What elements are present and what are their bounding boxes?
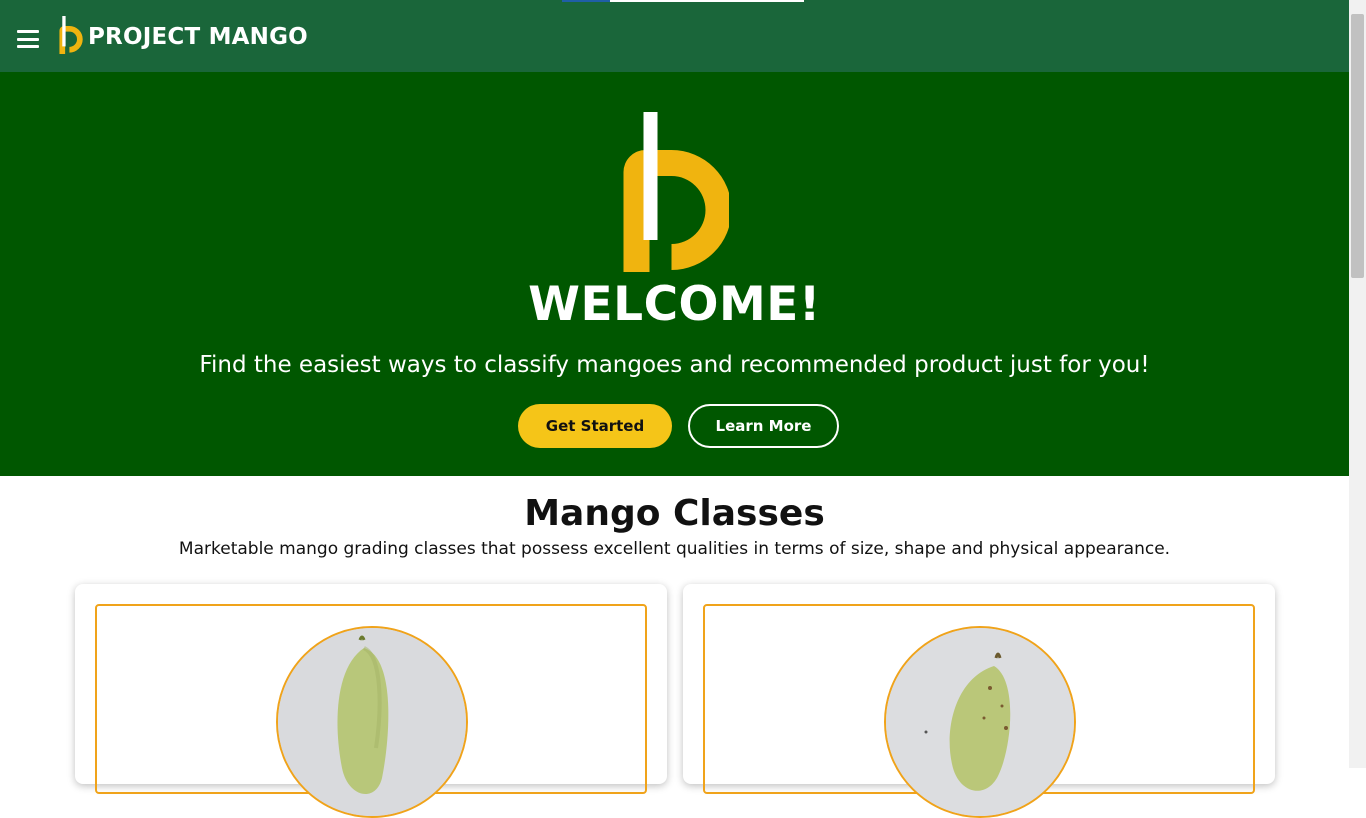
- mango-image: [886, 628, 1074, 816]
- mango-photo: [276, 626, 468, 818]
- project-mango-hero-logo-icon: [623, 112, 729, 272]
- mango-class-card[interactable]: [683, 584, 1275, 818]
- project-mango-logo-icon[interactable]: [56, 16, 84, 54]
- learn-more-button[interactable]: Learn More: [688, 404, 839, 448]
- hero-section: WELCOME! Find the easiest ways to classi…: [0, 72, 1349, 476]
- scrollbar-thumb[interactable]: [1351, 14, 1364, 278]
- loading-strip: [562, 0, 804, 2]
- mango-classes-title: Mango Classes: [524, 493, 825, 534]
- get-started-button[interactable]: Get Started: [518, 404, 672, 448]
- hero-title: WELCOME!: [528, 277, 821, 332]
- card-frame: [703, 604, 1255, 818]
- menu-icon[interactable]: [17, 30, 39, 48]
- mango-classes-description: Marketable mango grading classes that po…: [178, 539, 1171, 559]
- card-frame: [95, 604, 647, 818]
- top-navbar: PROJECT MANGO: [0, 0, 1349, 72]
- mango-class-card[interactable]: [75, 584, 667, 818]
- mango-photo: [884, 626, 1076, 818]
- hero-subtitle: Find the easiest ways to classify mangoe…: [199, 352, 1150, 378]
- brand-title[interactable]: PROJECT MANGO: [88, 24, 308, 50]
- vertical-scrollbar[interactable]: [1349, 0, 1366, 768]
- mango-image: [278, 628, 466, 816]
